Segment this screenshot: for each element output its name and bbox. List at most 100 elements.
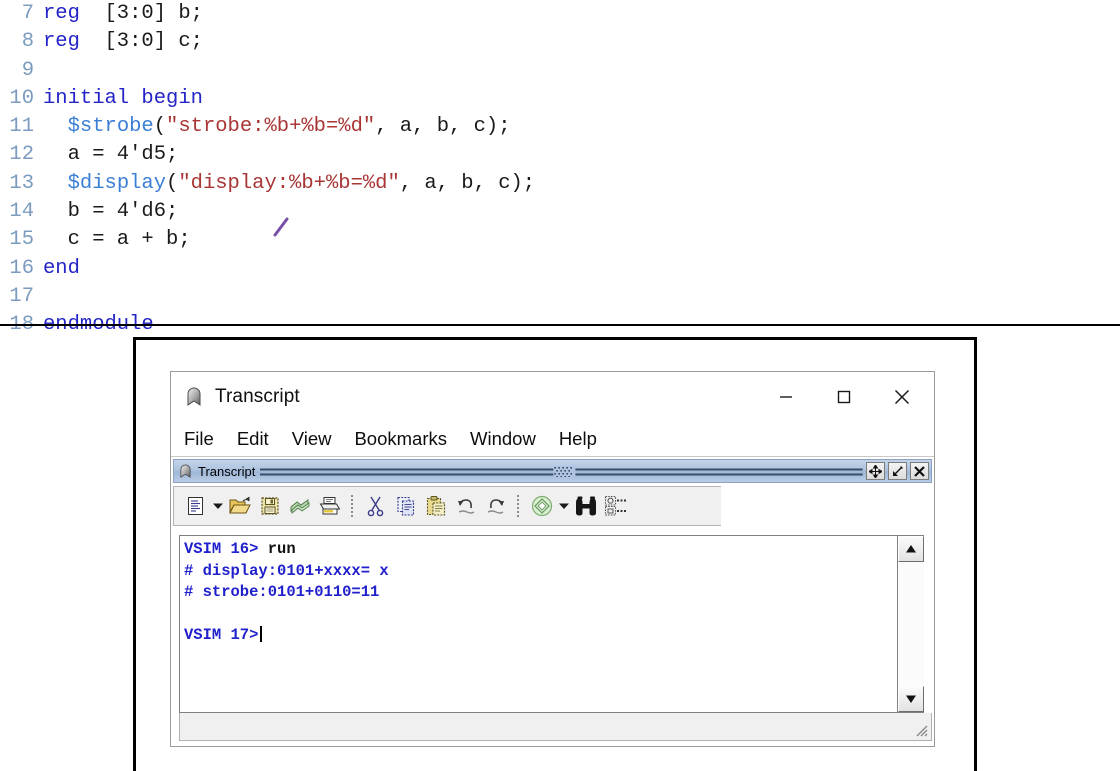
copy-icon — [397, 496, 415, 516]
code-token: ( — [166, 171, 179, 195]
console-line: VSIM 16> run — [184, 539, 897, 561]
new-document-button[interactable] — [181, 491, 211, 521]
line-number: 11 — [9, 115, 34, 139]
code-line: 7 reg [3:0] b; — [0, 0, 1120, 28]
find-button[interactable] — [571, 491, 601, 521]
scrollbar-track[interactable] — [898, 562, 924, 686]
code-line: 14 b = 4'd6; — [0, 198, 1120, 226]
code-line: 16 end — [0, 255, 1120, 283]
verilog-code-editor[interactable]: 7 reg [3:0] b; 8 reg [3:0] c; 9 10 initial beg… — [0, 0, 1120, 336]
cut-button[interactable] — [361, 491, 391, 521]
arrow-down-icon — [906, 695, 916, 703]
redo-button[interactable] — [481, 491, 511, 521]
text-caret — [260, 626, 263, 642]
print-button[interactable] — [315, 491, 345, 521]
maximize-icon — [837, 390, 851, 404]
mdi-child-titlebar[interactable]: Transcript — [173, 459, 932, 483]
code-token: [3:0] c; — [79, 30, 203, 54]
printer-icon — [319, 497, 341, 515]
window-title: Transcript — [215, 386, 300, 407]
line-number: 12 — [9, 143, 34, 167]
menu-item-view[interactable]: View — [292, 428, 332, 450]
console-line: # display:0101+xxxx= x — [184, 561, 897, 583]
code-token: "strobe:%b+%b=%d" — [166, 115, 376, 139]
dock-button[interactable] — [888, 462, 907, 480]
minimize-icon — [780, 396, 792, 398]
line-number: 9 — [21, 58, 34, 82]
undock-button[interactable] — [866, 462, 885, 480]
console-output[interactable]: VSIM 16> run # display:0101+xxxx= x # stro… — [180, 536, 897, 712]
console-scrollbar[interactable] — [897, 536, 924, 712]
new-document-dropdown[interactable] — [211, 491, 225, 521]
scroll-up-button[interactable] — [898, 536, 924, 562]
code-line: 9 — [0, 57, 1120, 85]
menu-item-help[interactable]: Help — [559, 428, 597, 450]
menubar[interactable]: File Edit View Bookmarks Window Help — [171, 422, 934, 457]
chevron-down-icon — [213, 503, 223, 509]
find-in-files-button[interactable] — [601, 491, 631, 521]
redo-arrow-icon — [487, 499, 504, 514]
toolbar[interactable] — [173, 486, 721, 526]
code-token: a = 4'd5; — [43, 143, 179, 167]
mdi-drag-grip[interactable] — [260, 465, 863, 477]
undo-button[interactable] — [451, 491, 481, 521]
separator-2 — [517, 495, 521, 517]
code-line: 13 $display("display:%b+%b=%d", a, b, c)… — [0, 170, 1120, 198]
code-token: $display — [67, 171, 167, 195]
line-number: 14 — [9, 200, 34, 224]
menu-item-edit[interactable]: Edit — [237, 428, 269, 450]
move-arrows-icon — [869, 464, 882, 478]
menu-item-window[interactable]: Window — [470, 428, 536, 450]
close-x-icon — [894, 389, 910, 405]
transcript-bookmark-icon — [187, 387, 201, 406]
open-button[interactable] — [225, 491, 255, 521]
transcript-window[interactable]: Transcript File Edit View Bookmarks Window He… — [170, 371, 935, 747]
transcript-console[interactable]: VSIM 16> run # display:0101+xxxx= x # stro… — [179, 535, 924, 713]
reload-button[interactable] — [285, 491, 315, 521]
separator-1 — [351, 495, 355, 517]
close-x-icon — [914, 465, 925, 477]
copy-button[interactable] — [391, 491, 421, 521]
line-number: 8 — [21, 30, 34, 54]
scroll-down-button[interactable] — [898, 686, 924, 712]
line-number: 16 — [9, 256, 34, 280]
resize-grip[interactable] — [913, 722, 929, 738]
menu-item-bookmarks[interactable]: Bookmarks — [354, 428, 447, 450]
console-output-text: # strobe:0101+0110=11 — [184, 583, 380, 601]
binoculars-icon — [576, 496, 596, 516]
close-button[interactable] — [874, 372, 930, 422]
code-token: ( — [153, 115, 167, 139]
code-line: 17 — [0, 283, 1120, 311]
transcript-bookmark-icon — [180, 464, 191, 478]
maximize-button[interactable] — [816, 372, 872, 422]
save-disk-icon — [261, 497, 279, 515]
code-token: "display:%b+%b=%d" — [178, 171, 400, 195]
chevron-down-icon — [559, 503, 569, 509]
console-output-text: # display:0101+xxxx= x — [184, 561, 389, 580]
code-token: c = a + b; — [43, 228, 191, 252]
save-button[interactable] — [255, 491, 285, 521]
console-prompt: VSIM 16> — [184, 540, 259, 558]
menu-item-file[interactable]: File — [184, 428, 214, 450]
code-token: reg — [43, 2, 80, 25]
line-number: 17 — [9, 284, 34, 308]
code-token: , a, b, c); — [375, 115, 511, 139]
compile-dropdown[interactable] — [557, 491, 571, 521]
new-document-icon — [188, 497, 203, 515]
line-number: 13 — [9, 171, 34, 195]
console-line: VSIM 17> — [184, 625, 897, 647]
code-line: 15 c = a + b; — [0, 226, 1120, 254]
code-line-list: 7 reg [3:0] b; 8 reg [3:0] c; 9 10 initial beg… — [0, 0, 1120, 340]
green-diamond-icon — [531, 495, 553, 517]
minimize-button[interactable] — [758, 372, 814, 422]
compile-button[interactable] — [527, 491, 557, 521]
paste-button[interactable] — [421, 491, 451, 521]
mdi-child-title: Transcript — [198, 463, 256, 479]
window-titlebar[interactable]: Transcript — [171, 372, 934, 422]
arrow-up-icon — [906, 545, 916, 553]
close-button[interactable] — [910, 462, 929, 480]
grip-lines-icon — [260, 466, 863, 477]
arrow-into-corner-icon — [893, 465, 903, 476]
line-number: 7 — [21, 2, 34, 25]
